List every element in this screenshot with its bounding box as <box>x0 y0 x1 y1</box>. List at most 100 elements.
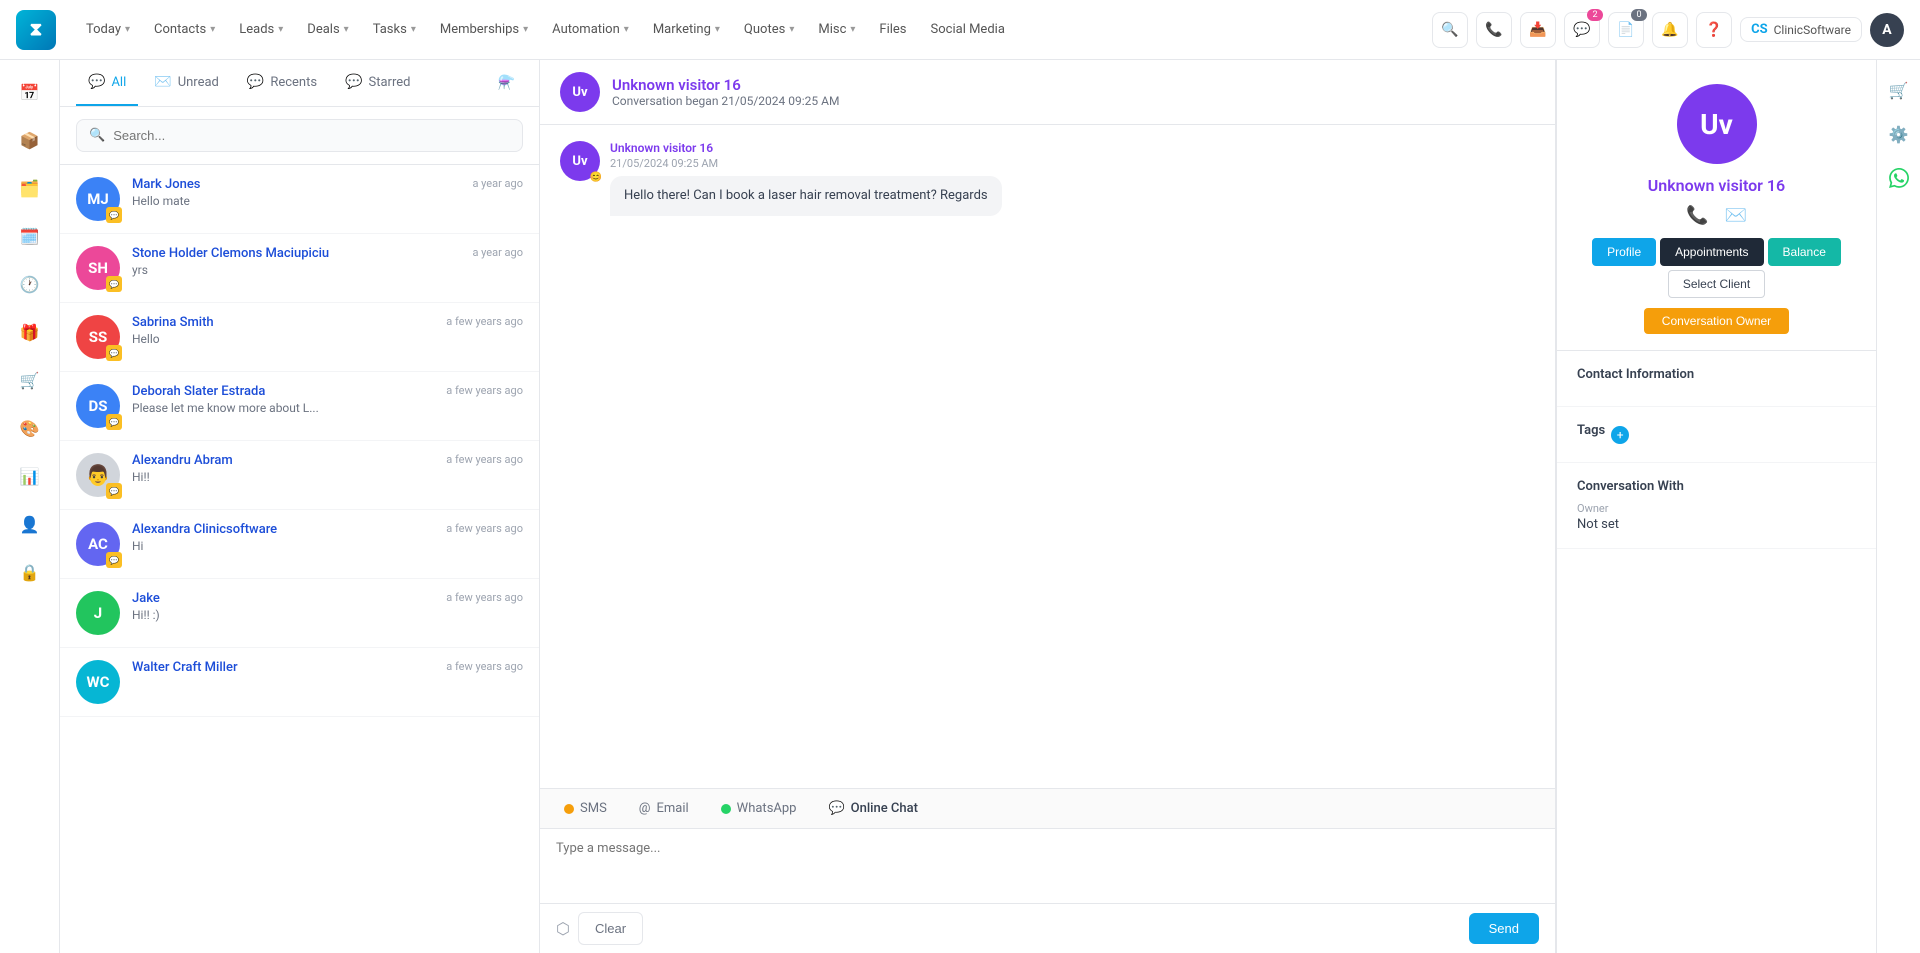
help-button[interactable]: ❓ <box>1696 12 1732 48</box>
logo[interactable]: ⧗ <box>16 10 56 50</box>
chat-preview: Hello mate <box>132 194 460 208</box>
list-item[interactable]: SH 💬 Stone Holder Clemons Maciupiciu yrs… <box>60 234 539 303</box>
list-item[interactable]: WC Walter Craft Miller a few years ago <box>60 648 539 717</box>
sidebar-person-icon[interactable]: 👤 <box>10 504 50 544</box>
tab-unread-label: Unread <box>178 75 219 90</box>
chat-info: Sabrina Smith Hello <box>132 315 434 346</box>
nav-social-media[interactable]: Social Media <box>921 16 1015 43</box>
phone-button[interactable]: 📞 <box>1476 12 1512 48</box>
nav-quotes[interactable]: Quotes ▾ <box>734 16 804 43</box>
attach-icon[interactable]: ⬡ <box>556 919 570 938</box>
nav-automation[interactable]: Automation ▾ <box>542 16 639 43</box>
owner-label: Owner <box>1577 502 1856 515</box>
sidebar-layers-icon[interactable]: 🗂️ <box>10 168 50 208</box>
sms-dot <box>564 804 574 814</box>
sidebar-calendar-icon[interactable]: 📅 <box>10 72 50 112</box>
user-avatar[interactable]: A <box>1870 13 1904 47</box>
nav-files[interactable]: Files <box>869 16 916 43</box>
far-cart-icon[interactable]: 🛒 <box>1881 72 1917 108</box>
document-button[interactable]: 📄 0 <box>1608 12 1644 48</box>
channel-whatsapp[interactable]: WhatsApp <box>713 797 805 820</box>
contact-name: Alexandra Clinicsoftware <box>132 522 434 537</box>
chat-info: Alexandra Clinicsoftware Hi <box>132 522 434 553</box>
tab-unread[interactable]: ✉️ Unread <box>142 60 231 106</box>
chat-info: Stone Holder Clemons Maciupiciu yrs <box>132 246 460 277</box>
nav-today[interactable]: Today ▾ <box>76 16 140 43</box>
balance-tab-button[interactable]: Balance <box>1768 238 1841 266</box>
channel-sms[interactable]: SMS <box>556 797 615 820</box>
conv-owner-info: Owner Not set <box>1577 502 1856 532</box>
list-item[interactable]: DS 💬 Deborah Slater Estrada Please let m… <box>60 372 539 441</box>
owner-value: Not set <box>1577 517 1856 532</box>
brand-logo[interactable]: CS ClinicSoftware <box>1740 17 1862 42</box>
sidebar-palette-icon[interactable]: 🎨 <box>10 408 50 448</box>
channel-sms-label: SMS <box>580 801 607 816</box>
email-icon[interactable]: ✉️ <box>1725 205 1747 226</box>
contact-name: Sabrina Smith <box>132 315 434 330</box>
nav-marketing[interactable]: Marketing ▾ <box>643 16 730 43</box>
profile-action-btns: Profile Appointments Balance Select Clie… <box>1577 238 1856 298</box>
filter-icon[interactable]: ⚗️ <box>490 67 523 99</box>
chat-time: a few years ago <box>446 522 523 535</box>
list-item[interactable]: SS 💬 Sabrina Smith Hello a few years ago <box>60 303 539 372</box>
chat-button[interactable]: 💬 2 <box>1564 12 1600 48</box>
sidebar-lock-icon[interactable]: 🔒 <box>10 552 50 592</box>
list-item[interactable]: AC 💬 Alexandra Clinicsoftware Hi a few y… <box>60 510 539 579</box>
chat-actions-bar: ⬡ Clear Send <box>540 903 1555 953</box>
channel-online-chat[interactable]: 💬 Online Chat <box>820 797 926 820</box>
far-right-panel: 🛒 ⚙️ <box>1876 60 1920 953</box>
channel-email[interactable]: @ Email <box>631 797 697 820</box>
message-input[interactable] <box>540 829 1555 899</box>
whatsapp-dot <box>721 804 731 814</box>
chat-tabs: 💬 All ✉️ Unread 💬 Recents 💬 Starred ⚗️ <box>60 60 539 107</box>
tab-recents[interactable]: 💬 Recents <box>235 60 329 106</box>
chat-preview: Hi <box>132 539 434 553</box>
nav-contacts[interactable]: Contacts ▾ <box>144 16 225 43</box>
list-item[interactable]: MJ 💬 Mark Jones Hello mate a year ago <box>60 165 539 234</box>
clear-button[interactable]: Clear <box>578 912 643 945</box>
appointments-tab-button[interactable]: Appointments <box>1660 238 1763 266</box>
bell-button[interactable]: 🔔 <box>1652 12 1688 48</box>
message-group: Uv 😊 Unknown visitor 16 21/05/2024 09:25… <box>560 141 1535 216</box>
list-item[interactable]: J Jake Hi!! :) a few years ago <box>60 579 539 648</box>
sidebar-calendar2-icon[interactable]: 🗓️ <box>10 216 50 256</box>
nav-tasks[interactable]: Tasks ▾ <box>363 16 426 43</box>
far-settings-icon[interactable]: ⚙️ <box>1881 116 1917 152</box>
avatar: WC <box>76 660 120 704</box>
far-whatsapp-icon[interactable] <box>1881 160 1917 196</box>
tab-starred[interactable]: 💬 Starred <box>333 60 422 106</box>
nav-misc[interactable]: Misc ▾ <box>808 16 865 43</box>
sidebar-box-icon[interactable]: 📦 <box>10 120 50 160</box>
inbox-button[interactable]: 📥 <box>1520 12 1556 48</box>
chat-time: a few years ago <box>446 384 523 397</box>
sidebar-gift-icon[interactable]: 🎁 <box>10 312 50 352</box>
sidebar-clock-icon[interactable]: 🕐 <box>10 264 50 304</box>
tags-add-button[interactable]: + <box>1611 426 1629 444</box>
avatar: SS 💬 <box>76 315 120 359</box>
send-button[interactable]: Send <box>1469 913 1539 944</box>
tab-all[interactable]: 💬 All <box>76 60 138 106</box>
conv-owner-button[interactable]: Conversation Owner <box>1644 308 1789 334</box>
tab-starred-icon: 💬 <box>345 74 362 90</box>
nav-deals[interactable]: Deals ▾ <box>297 16 358 43</box>
sidebar-chart-icon[interactable]: 📊 <box>10 456 50 496</box>
chat-main: Uv Unknown visitor 16 Conversation began… <box>540 60 1556 953</box>
profile-name: Unknown visitor 16 <box>1648 176 1785 195</box>
select-client-button[interactable]: Select Client <box>1668 270 1765 298</box>
sidebar-cart-icon[interactable]: 🛒 <box>10 360 50 400</box>
contact-name: Walter Craft Miller <box>132 660 434 675</box>
nav-memberships[interactable]: Memberships ▾ <box>430 16 538 43</box>
search-input[interactable] <box>113 128 510 143</box>
chat-bubble-icon: 💬 <box>828 801 844 816</box>
search-button[interactable]: 🔍 <box>1432 12 1468 48</box>
chat-time: a year ago <box>472 246 523 259</box>
profile-tab-button[interactable]: Profile <box>1592 238 1656 266</box>
channel-email-label: Email <box>656 801 688 816</box>
contact-name: Deborah Slater Estrada <box>132 384 434 399</box>
chat-list-panel: 💬 All ✉️ Unread 💬 Recents 💬 Starred ⚗️ <box>60 60 540 953</box>
nav-leads[interactable]: Leads ▾ <box>229 16 293 43</box>
msg-badge: 💬 <box>106 207 122 223</box>
phone-icon[interactable]: 📞 <box>1686 205 1708 226</box>
list-item[interactable]: 👨 💬 Alexandru Abram Hi!! a few years ago <box>60 441 539 510</box>
contact-name: Mark Jones <box>132 177 460 192</box>
